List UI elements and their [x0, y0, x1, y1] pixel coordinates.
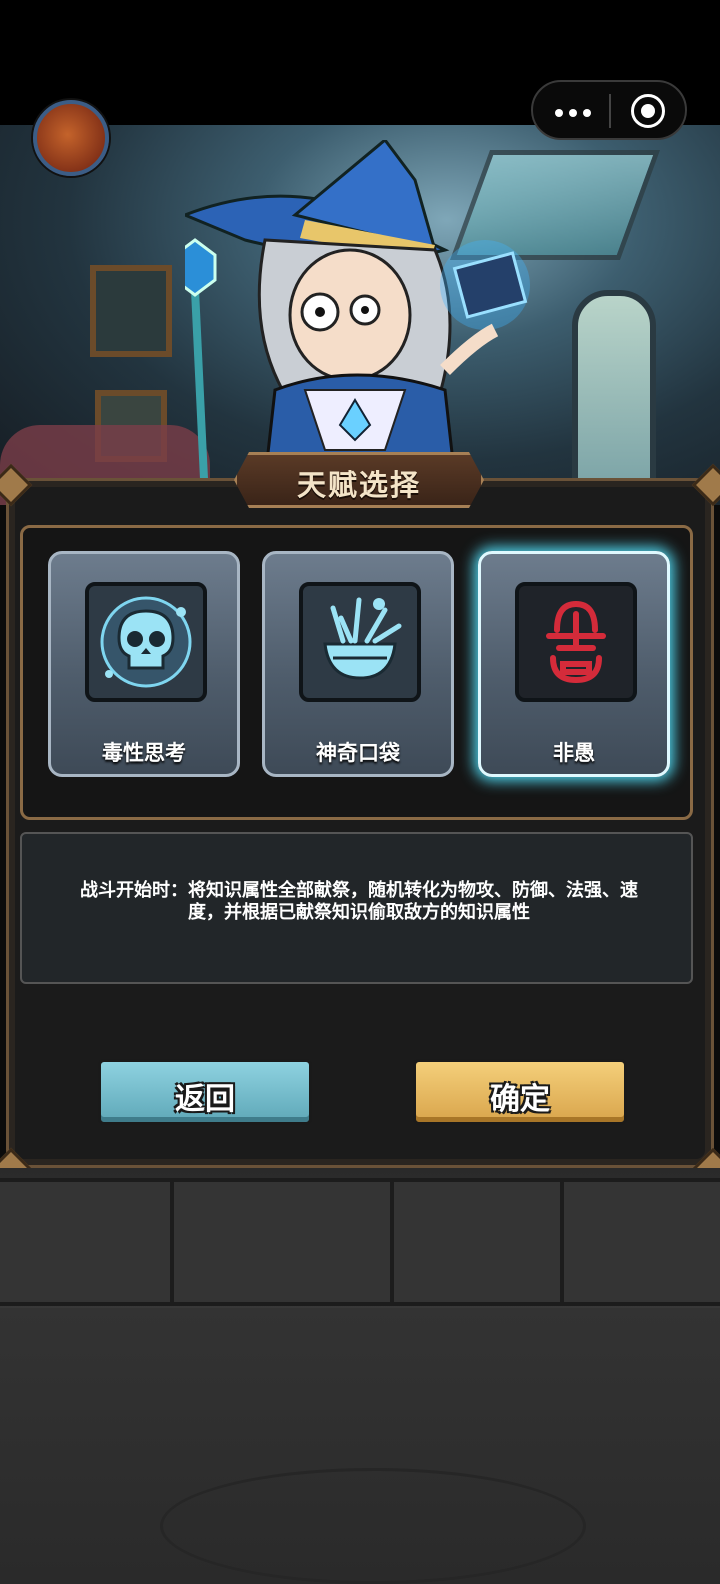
talent-label: 毒性思考 — [102, 741, 186, 765]
title-banner: 天赋选择 — [234, 452, 484, 508]
capsule-divider — [609, 94, 611, 128]
talent-card-poison-thinking[interactable]: 毒性思考 — [48, 551, 240, 777]
more-dots-icon[interactable] — [553, 96, 593, 126]
poison-skull-icon — [100, 596, 192, 688]
confirm-button[interactable]: 确定 — [413, 1059, 627, 1125]
talent-description: 战斗开始时：将知识属性全部献祭，随机转化为物攻、防御、法强、速度，并根据已献祭知… — [80, 880, 638, 923]
talent-card-magic-pouch[interactable]: 神奇口袋 — [262, 551, 454, 777]
talent-label: 非愚 — [553, 741, 595, 765]
back-button-label: 返回 — [175, 1082, 235, 1117]
talent-cards-container: 毒性思考 神奇口袋 非愚 — [20, 525, 693, 820]
wall-block — [390, 1178, 568, 1306]
red-rune-icon — [546, 600, 606, 684]
talent-panel: 天赋选择 毒性思考 神奇口袋 非愚 战斗开始时：将知识属性全部献祭，随机转化为物… — [0, 452, 720, 1191]
player-avatar[interactable] — [33, 100, 109, 176]
talent-icon-frame — [515, 582, 637, 702]
talent-card-non-fool[interactable]: 非愚 — [478, 551, 670, 777]
dungeon-floor — [0, 1168, 720, 1584]
arched-window — [572, 290, 656, 505]
panel-title: 天赋选择 — [296, 468, 421, 502]
talent-description-box: 战斗开始时：将知识属性全部献祭，随机转化为物攻、防御、法强、速度，并根据已献祭知… — [20, 832, 693, 984]
back-button[interactable]: 返回 — [98, 1059, 312, 1125]
talent-label: 神奇口袋 — [316, 741, 400, 765]
magic-pouch-icon — [323, 597, 402, 680]
wall-block — [560, 1178, 720, 1306]
talent-icon-frame — [85, 582, 207, 702]
mini-program-capsule — [531, 80, 687, 140]
talent-icon-frame — [299, 582, 421, 702]
target-close-icon[interactable] — [630, 93, 666, 129]
wall-block — [0, 1178, 178, 1306]
confirm-button-label: 确定 — [490, 1082, 550, 1117]
floor-circle — [160, 1468, 586, 1584]
wall-block — [170, 1178, 398, 1306]
wall-painting — [90, 265, 172, 357]
